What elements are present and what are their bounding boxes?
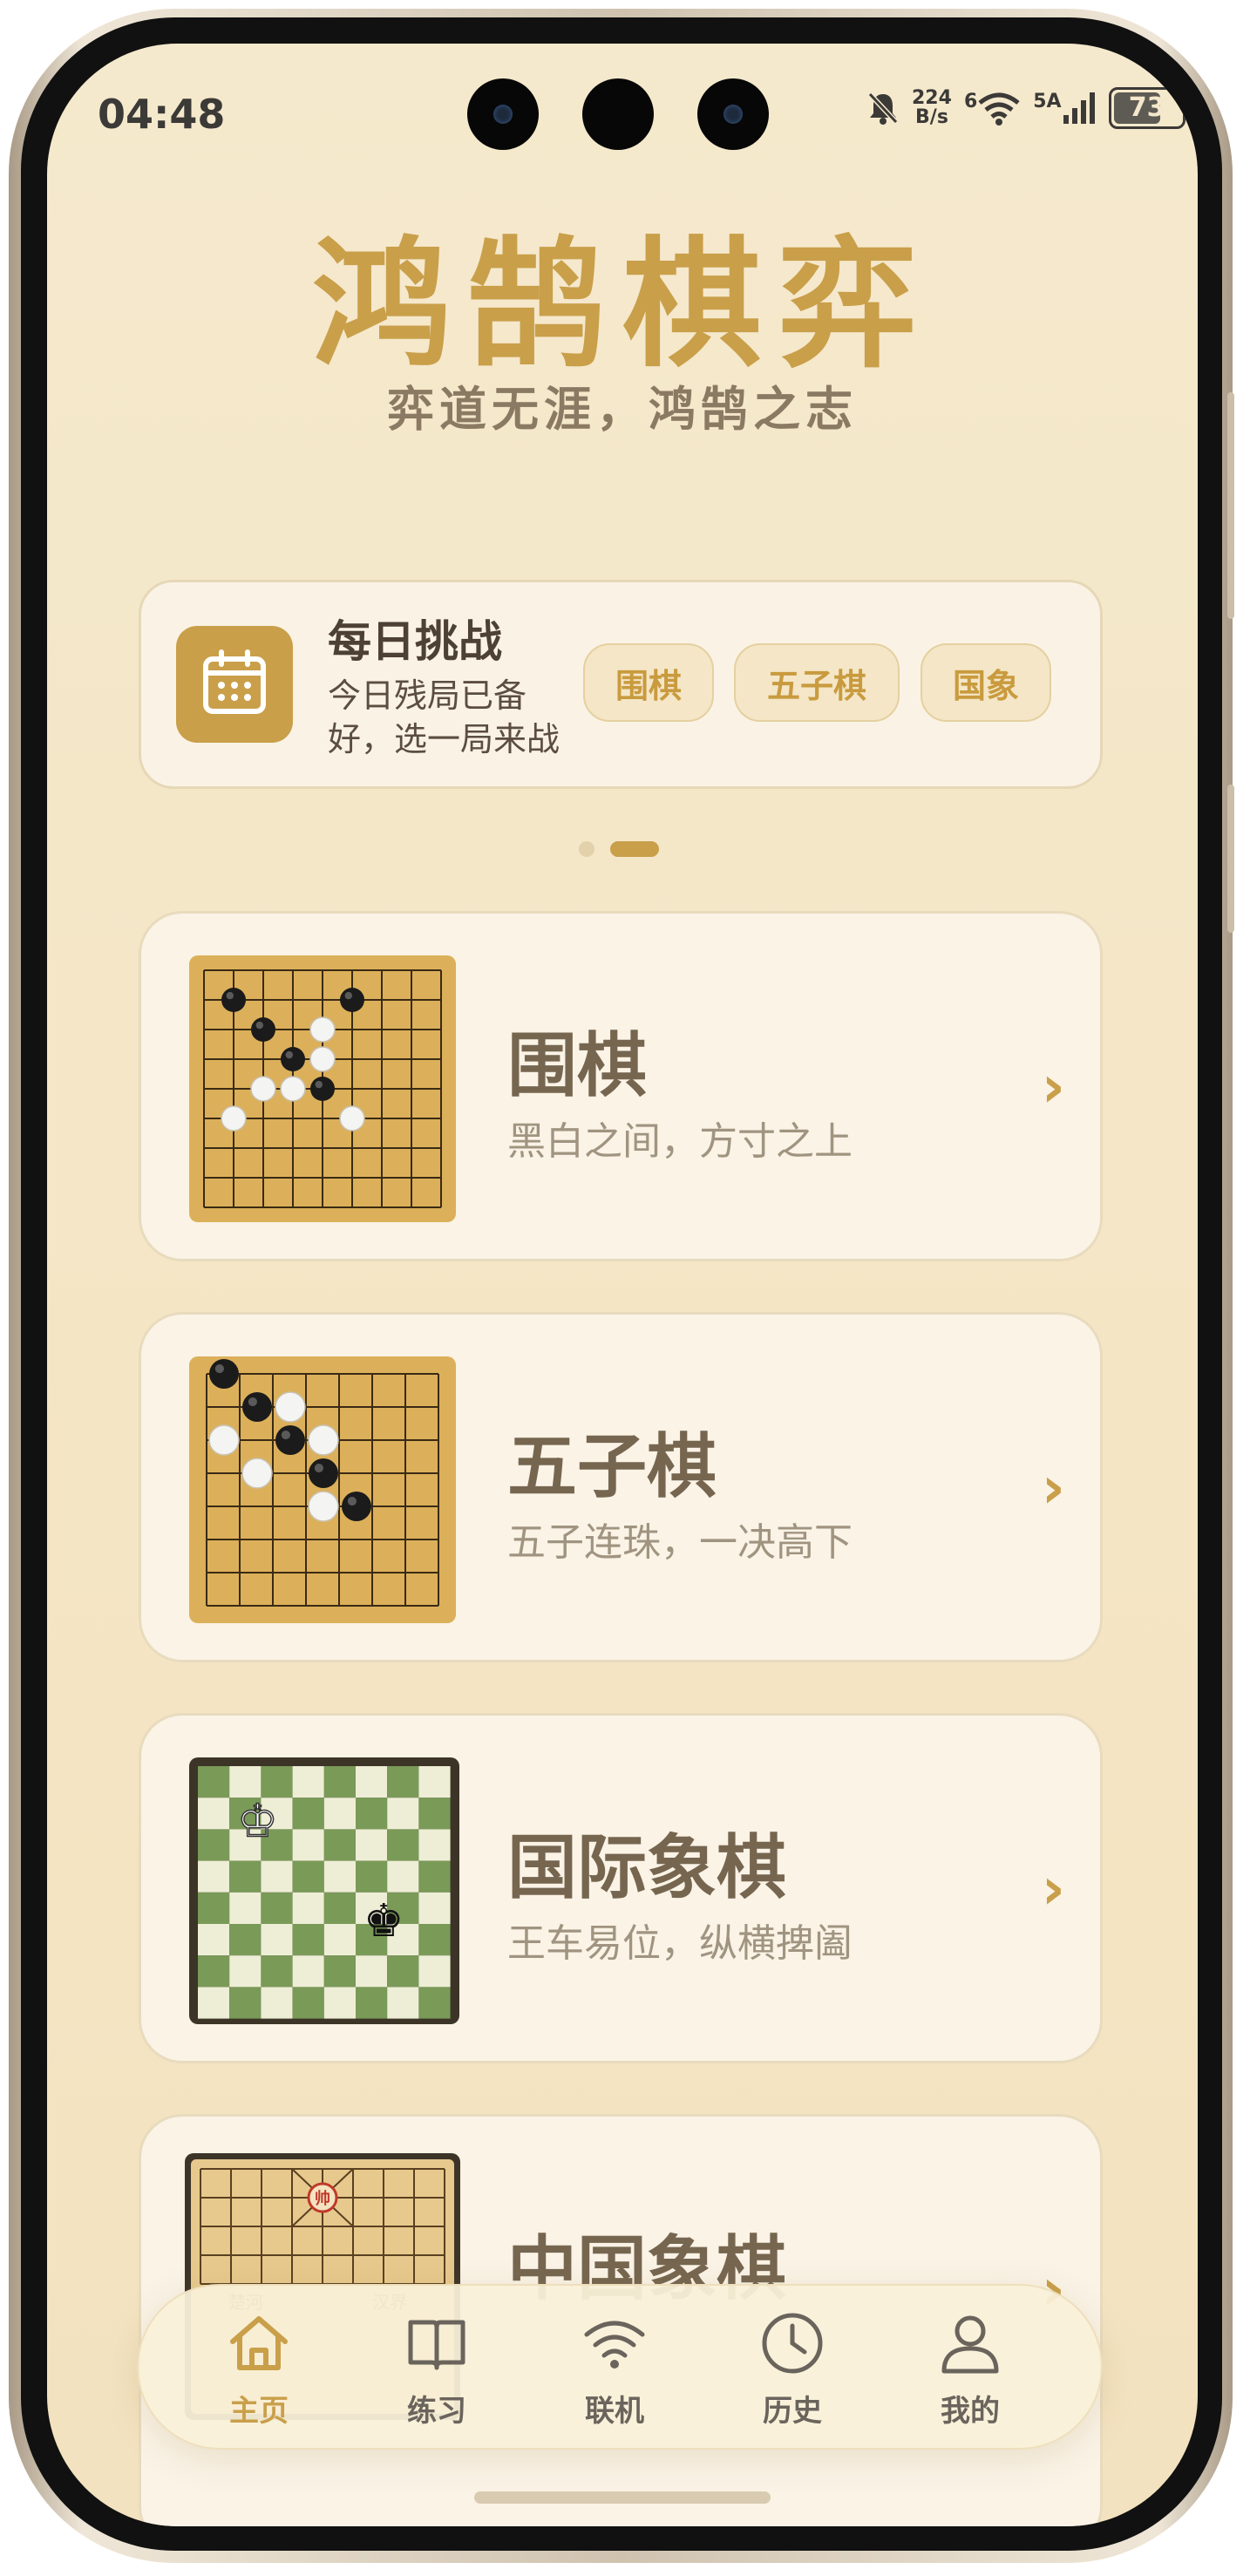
game-title: 围棋 (507, 1024, 647, 1106)
chip-chess[interactable]: 国象 (921, 643, 1051, 722)
nav-online[interactable]: 联机 (536, 2310, 693, 2430)
black-stone (209, 1359, 239, 1389)
signal-icon (1063, 92, 1095, 124)
nav-history[interactable]: 历史 (714, 2310, 871, 2430)
mute-bell-icon (867, 92, 899, 125)
chevron-right-icon: › (1041, 1053, 1065, 1120)
chevron-right-icon: › (1041, 1454, 1065, 1521)
game-desc: 黑白之间，方寸之上 (507, 1119, 853, 1164)
home-indicator (474, 2491, 771, 2504)
white-stone (308, 1424, 339, 1456)
book-icon (408, 2320, 465, 2370)
white-stone (309, 1016, 336, 1043)
black-stone (340, 988, 364, 1012)
bottom-nav: 主页 练习 联机 历史 我的 (137, 2284, 1103, 2450)
black-stone (251, 1017, 275, 1042)
network-speed-unit: B/s (915, 106, 948, 128)
carousel-dot-active[interactable] (610, 841, 659, 857)
nav-profile[interactable]: 我的 (892, 2310, 1049, 2430)
cell-status: 5A (1033, 91, 1096, 126)
gomoku-board-icon (189, 1356, 456, 1623)
game-title: 五子棋 (507, 1425, 717, 1507)
white-stone (221, 1105, 247, 1132)
white-stone (339, 1105, 365, 1132)
daily-challenge-card[interactable]: 每日挑战 今日残局已备好，选一局来战 围棋 五子棋 国象 (139, 580, 1103, 789)
camera-right (697, 78, 769, 150)
go-board-icon (189, 955, 456, 1222)
clock-icon (762, 2313, 823, 2374)
white-stone (308, 1491, 339, 1522)
nav-label: 历史 (763, 2394, 822, 2429)
calendar-icon (176, 626, 293, 743)
network-label: 5A (1033, 91, 1062, 112)
game-card-go[interactable]: 围棋 黑白之间，方寸之上 › (139, 911, 1103, 1261)
app-title: 鸿鹄棋弈 (311, 222, 933, 386)
screen: 04:48 224 B/s 6 5A 73 鸿鹄棋弈 弈道无涯，鸿鹄之志 每日挑… (47, 44, 1198, 2526)
game-desc: 五子连珠，一决高下 (507, 1520, 853, 1565)
black-stone (275, 1425, 305, 1455)
wifi-status-icon (978, 92, 1020, 126)
chip-go[interactable]: 围棋 (583, 643, 714, 722)
nav-label: 我的 (941, 2394, 1000, 2429)
carousel-indicator (579, 841, 659, 857)
white-stone (241, 1458, 273, 1489)
wifi-status: 6 (964, 91, 1021, 126)
white-stone (309, 1046, 336, 1072)
battery-level: 73 (1128, 92, 1165, 123)
status-icons: 224 B/s 6 5A 73 (866, 87, 1185, 129)
person-icon (941, 2315, 999, 2374)
black-stone (342, 1492, 371, 1521)
black-stone (221, 988, 246, 1012)
nav-home[interactable]: 主页 (180, 2310, 337, 2430)
black-stone (310, 1077, 335, 1101)
game-desc: 王车易位，纵横捭阖 (507, 1921, 853, 1966)
black-stone (309, 1458, 338, 1488)
nav-label: 联机 (585, 2394, 644, 2429)
chip-gomoku[interactable]: 五子棋 (734, 643, 900, 722)
carousel-dot[interactable] (579, 841, 594, 857)
home-icon (230, 2316, 288, 2370)
black-stone (242, 1392, 272, 1422)
nav-label: 练习 (407, 2394, 466, 2429)
battery-icon: 73 (1108, 87, 1185, 129)
game-title: 国际象棋 (507, 1826, 786, 1908)
white-stone (280, 1076, 306, 1102)
white-stone (250, 1076, 276, 1102)
status-time: 04:48 (98, 91, 226, 138)
black-stone (281, 1047, 305, 1071)
camera-left (467, 78, 539, 150)
chevron-right-icon: › (1041, 1855, 1065, 1922)
volume-button (1227, 392, 1234, 619)
white-stone (275, 1391, 306, 1423)
game-card-chess[interactable]: ♔ ♚ 国际象棋 王车易位，纵横捭阖 › (139, 1713, 1103, 2063)
wifi-label: 6 (963, 91, 978, 112)
nav-label: 主页 (229, 2394, 289, 2429)
network-speed-value: 224 (912, 87, 952, 109)
chess-board-icon: ♔♚ (189, 1757, 459, 2024)
white-king-icon: ♔ (237, 1795, 278, 1847)
white-stone (208, 1424, 240, 1456)
daily-challenge-desc: 今日残局已备好，选一局来战 (328, 676, 560, 758)
game-card-gomoku[interactable]: 五子棋 五子连珠，一决高下 › (139, 1312, 1103, 1662)
daily-challenge-title: 每日挑战 (328, 615, 502, 667)
camera-center (582, 78, 654, 150)
general-piece-label: 帅 (315, 2189, 330, 2208)
app-subtitle: 弈道无涯，鸿鹄之志 (387, 381, 858, 437)
nav-practice[interactable]: 练习 (358, 2310, 515, 2430)
black-king-icon: ♚ (363, 1895, 404, 1947)
wifi-icon (584, 2321, 645, 2369)
power-button (1227, 785, 1234, 933)
network-speed: 224 B/s (912, 89, 952, 127)
